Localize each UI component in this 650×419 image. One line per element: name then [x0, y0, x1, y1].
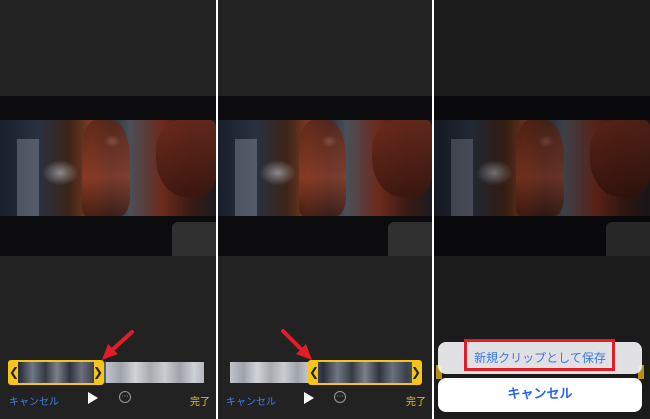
- timeline-unselected-strip[interactable]: [230, 362, 320, 383]
- done-button[interactable]: 完了: [190, 393, 210, 408]
- timeline-unselected-strip[interactable]: [106, 362, 204, 383]
- more-icon[interactable]: ···: [119, 391, 131, 403]
- cancel-button[interactable]: キャンセル: [226, 393, 276, 408]
- play-icon[interactable]: [88, 392, 98, 404]
- panel-trim-start: ❮ ❯ キャンセル ··· 完了: [0, 0, 216, 419]
- trim-left-handle[interactable]: ❮: [309, 365, 319, 379]
- highlight-box: [464, 339, 615, 371]
- sheet-cancel-button[interactable]: キャンセル: [438, 378, 642, 412]
- blur-corner: [388, 222, 432, 256]
- blur-corner: [172, 222, 216, 256]
- video-frame: [218, 120, 432, 216]
- done-button[interactable]: 完了: [406, 393, 426, 408]
- trim-selection-handles[interactable]: ❮ ❯: [8, 360, 104, 385]
- red-arrow-icon: [102, 330, 134, 360]
- trim-left-handle[interactable]: ❮: [9, 365, 19, 379]
- trim-selection-handles[interactable]: ❮ ❯: [308, 360, 422, 385]
- panel-trim-end: ❮ ❯ キャンセル ··· 完了: [218, 0, 432, 419]
- video-frame: [0, 120, 216, 216]
- trim-right-handle[interactable]: ❯: [411, 365, 421, 379]
- play-icon[interactable]: [304, 392, 314, 404]
- red-arrow-icon: [281, 329, 312, 360]
- cancel-button[interactable]: キャンセル: [9, 393, 59, 408]
- more-icon[interactable]: ···: [334, 391, 346, 403]
- trim-right-handle[interactable]: ❯: [93, 365, 103, 379]
